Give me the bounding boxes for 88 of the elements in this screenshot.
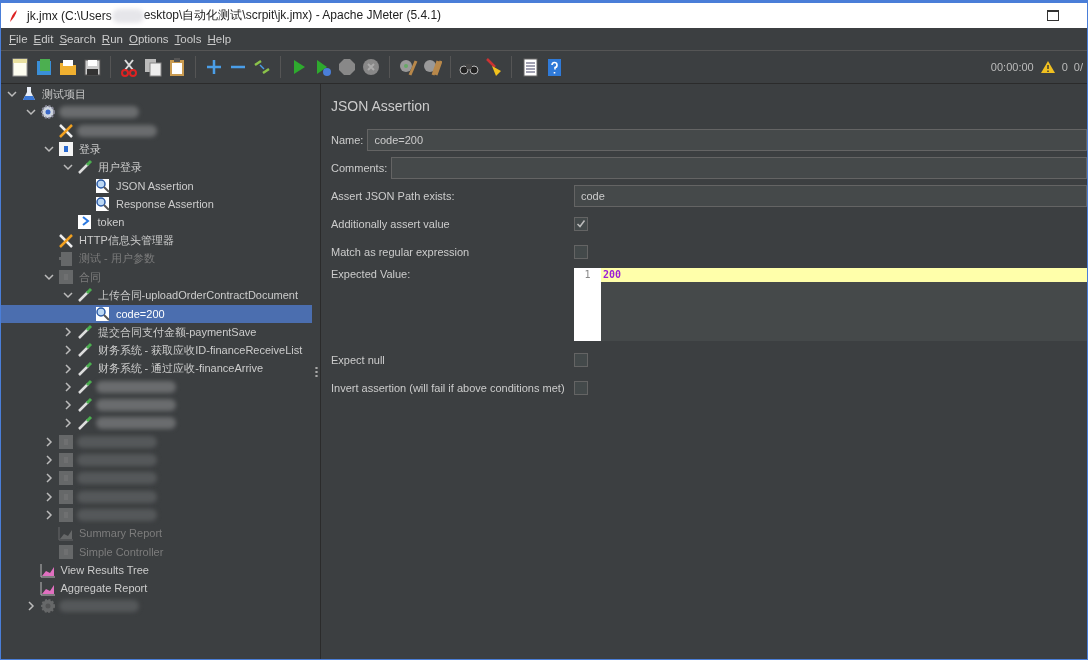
tree-item-label[interactable]: View Results Tree <box>58 563 149 576</box>
save-icon[interactable] <box>81 56 103 78</box>
tree-item-label[interactable]: Aggregate Report <box>58 582 148 595</box>
tree-item-label[interactable]: 登录 <box>77 141 101 157</box>
chart-icon <box>39 561 56 578</box>
menu-item[interactable]: Options <box>125 31 172 47</box>
controller-icon <box>58 470 74 487</box>
tree-item[interactable]: HTTP信息头管理器 <box>1 231 312 250</box>
menu-item[interactable]: Tools <box>171 31 205 47</box>
halt-circle-icon[interactable] <box>360 56 382 78</box>
code-editor[interactable]: 200 <box>601 268 1087 341</box>
tools-icon <box>58 122 74 139</box>
tree-item[interactable]: View Results Tree <box>1 560 312 579</box>
checkbox[interactable] <box>574 381 588 395</box>
menu-item[interactable]: Help <box>204 31 235 47</box>
maximize-button[interactable] <box>1047 10 1059 21</box>
tree-item[interactable]: Aggregate Report <box>1 579 312 598</box>
menu-item[interactable]: Run <box>98 31 126 47</box>
pipette-icon <box>76 378 93 395</box>
tree-item-label[interactable]: 用户登录 <box>95 159 142 175</box>
gear-icon <box>39 598 56 615</box>
checkbox[interactable] <box>574 245 588 259</box>
field-label: Expect null <box>331 354 386 366</box>
menu-item[interactable]: Edit <box>30 31 57 47</box>
warning-count: 0 <box>1061 61 1068 73</box>
chart-icon <box>39 580 56 597</box>
new-document-icon[interactable] <box>9 56 31 78</box>
tree-item-label[interactable]: token <box>95 216 125 229</box>
chart-icon <box>58 525 74 542</box>
window-title: esktop\自动化测试\scrpit\jk.jmx) - Apache JMeter (5.4.1) <box>143 7 442 24</box>
checkbox[interactable] <box>574 353 588 367</box>
tree-item[interactable]: Response Assertion <box>1 194 312 214</box>
tree-item[interactable]: 测试项目 <box>1 85 312 104</box>
field-label: Expected Value: <box>331 268 412 280</box>
stop-sign-icon[interactable] <box>336 56 358 78</box>
feather-icon <box>9 8 19 23</box>
panel-title: JSON Assertion <box>331 98 431 114</box>
tools-icon <box>58 232 74 249</box>
tree-item[interactable]: 登录 <box>1 139 312 159</box>
text-field[interactable]: code=200 <box>367 129 1087 151</box>
tree-item-label[interactable]: JSON Assertion <box>114 179 194 192</box>
flask-icon <box>21 86 37 103</box>
text-field[interactable]: code <box>574 185 1087 207</box>
controller-icon <box>58 141 74 158</box>
pipette-icon <box>76 360 93 377</box>
blurred-text <box>111 8 144 23</box>
split-handle[interactable] <box>314 365 318 378</box>
field-label: Assert JSON Path exists: <box>331 190 456 202</box>
field-label: Additionally assert value <box>331 218 451 230</box>
extractor-icon <box>76 214 93 231</box>
tree-item-label[interactable]: 测试项目 <box>40 86 86 102</box>
preprocessor-icon <box>58 250 74 267</box>
magnifier-icon <box>95 177 111 194</box>
pipette-icon <box>76 415 93 432</box>
code-text: 200 <box>603 269 622 280</box>
text-field[interactable] <box>391 157 1087 179</box>
pipette-icon <box>76 287 93 304</box>
magnifier-icon <box>95 195 111 212</box>
thread-count: 0/ <box>1073 61 1083 73</box>
field-label: Match as regular expression <box>331 246 471 258</box>
controller-icon <box>58 433 74 450</box>
menu-item[interactable]: File <box>6 31 31 47</box>
controller-icon <box>58 452 74 469</box>
line-number: 1 <box>584 269 591 280</box>
tree-item[interactable]: JSON Assertion <box>1 176 312 195</box>
field-label: Comments: <box>331 162 389 174</box>
warning-icon[interactable] <box>1039 60 1056 74</box>
pipette-icon <box>76 324 93 340</box>
controller-icon <box>58 488 74 505</box>
pipette-icon <box>76 159 93 176</box>
pipette-icon <box>76 397 93 414</box>
field-label: Name: <box>331 134 365 146</box>
tree-item-label[interactable]: Response Assertion <box>114 197 214 210</box>
field-label: Invert assertion (will fail if above conditions met) <box>331 382 566 394</box>
tree-item-label[interactable]: HTTP信息头管理器 <box>77 233 174 248</box>
elapsed-time: 00:00:00 <box>990 61 1034 73</box>
controller-icon <box>58 506 74 523</box>
controller-icon <box>58 543 74 560</box>
window-title: jk.jmx (C:\Users <box>27 8 112 23</box>
copy-icon[interactable] <box>142 56 164 78</box>
tree-item[interactable]: token <box>1 213 312 232</box>
tree-item[interactable]: 用户登录 <box>1 158 312 177</box>
pipette-icon <box>76 342 93 359</box>
checkbox[interactable] <box>574 217 588 231</box>
controller-icon <box>58 269 74 286</box>
gear-icon <box>39 104 56 121</box>
menu-item[interactable]: Search <box>56 31 99 47</box>
magnifier-icon <box>95 305 111 322</box>
